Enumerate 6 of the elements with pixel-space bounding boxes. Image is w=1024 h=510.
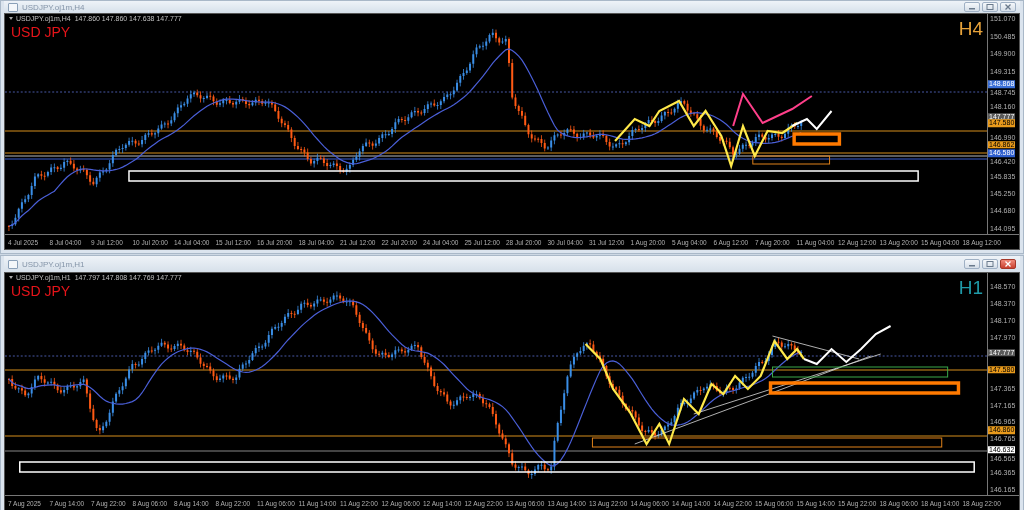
timeframe-label: H4 (958, 18, 983, 40)
symbol-label: USD JPY (11, 283, 71, 299)
timeframe-label: H1 (958, 277, 983, 299)
window-title: USDJPY.oj1m,H4 (22, 2, 86, 12)
window-title: USDJPY.oj1m,H1 (22, 259, 86, 269)
symbol-label: USD JPY (11, 24, 71, 40)
